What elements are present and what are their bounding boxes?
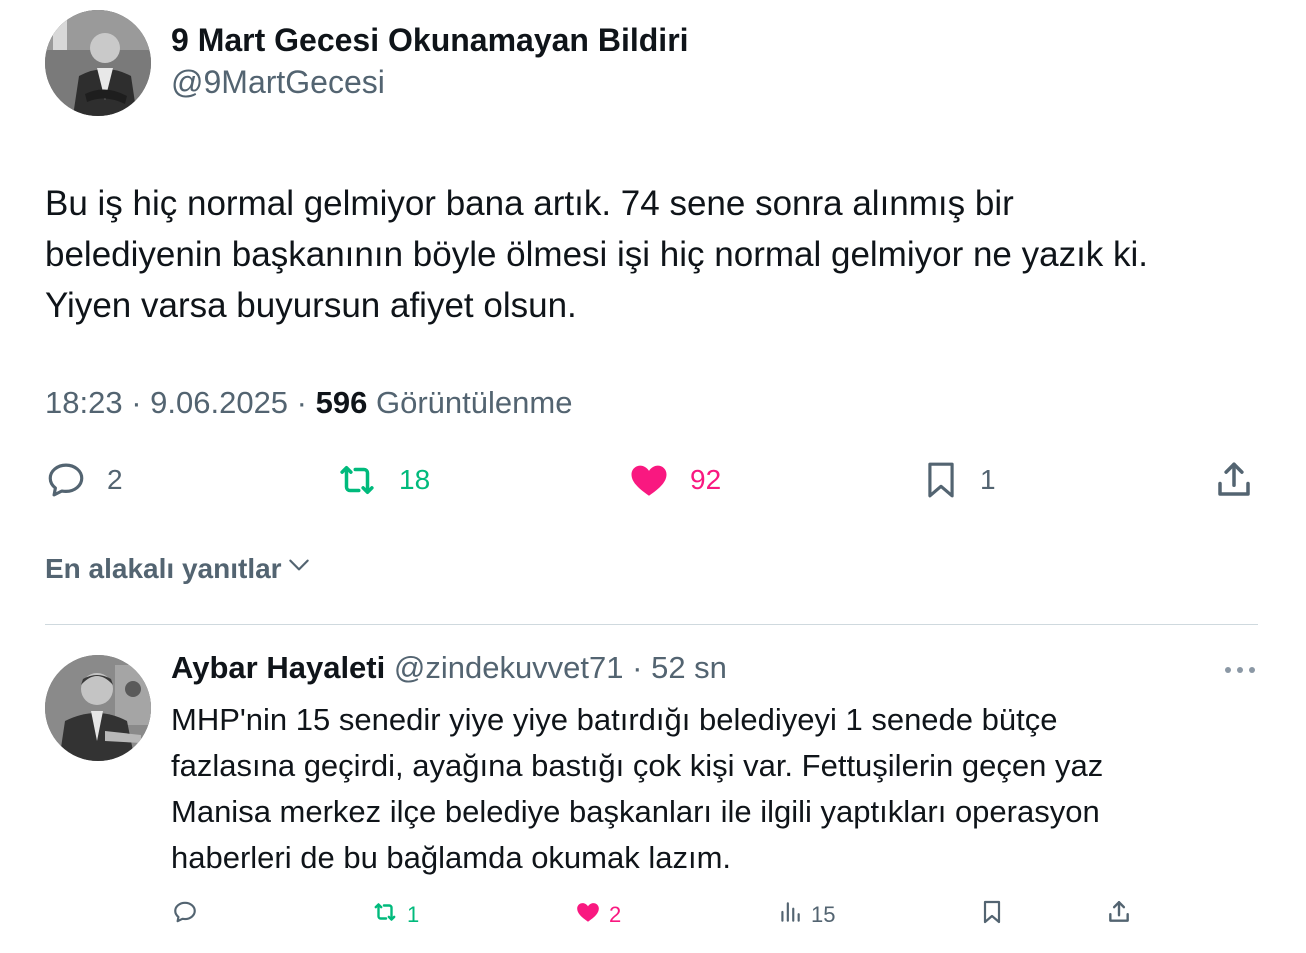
reply-bookmark-button[interactable] xyxy=(980,899,1004,931)
author-avatar-photo xyxy=(45,10,151,116)
tweet-date[interactable]: 9.06.2025 xyxy=(150,385,288,420)
bookmark-count: 1 xyxy=(980,464,996,495)
retweet-icon xyxy=(371,899,399,931)
share-icon xyxy=(1213,459,1255,501)
more-icon xyxy=(1222,667,1258,686)
tweet-text-line: Yiyen varsa buyursun afiyet olsun. xyxy=(45,286,577,325)
chevron-down-icon xyxy=(282,552,312,585)
heart-icon xyxy=(628,459,670,501)
share-button[interactable] xyxy=(1213,459,1255,501)
tweet-text: Bu iş hiç normal gelmiyor bana artık. 74… xyxy=(45,178,1275,331)
reply-text-line: MHP'nin 15 senedir yiye yiye batırdığı b… xyxy=(171,702,1058,737)
bookmark-icon xyxy=(922,459,960,501)
reply-reply-button[interactable] xyxy=(172,899,198,931)
retweet-icon xyxy=(335,459,379,501)
views-icon xyxy=(777,899,803,931)
reply-author-avatar-photo xyxy=(45,655,151,761)
reply-button[interactable]: 2 xyxy=(45,459,123,501)
divider xyxy=(45,624,1258,625)
header-separator: · xyxy=(623,650,652,685)
author-avatar[interactable] xyxy=(45,10,151,116)
author-display-name[interactable]: 9 Mart Gecesi Okunamayan Bildiri xyxy=(171,22,689,59)
reply-sort-selector[interactable]: En alakalı yanıtlar xyxy=(45,552,312,585)
reply-share-button[interactable] xyxy=(1106,899,1132,931)
reply-retweet-button[interactable]: 1 xyxy=(371,899,419,931)
author-handle[interactable]: @9MartGecesi xyxy=(171,64,385,101)
heart-icon xyxy=(575,899,601,931)
reply-time[interactable]: 52 sn xyxy=(651,650,727,685)
reply-author-handle[interactable]: @zindekuvvet71 xyxy=(394,650,624,685)
reply-sort-label: En alakalı yanıtlar xyxy=(45,552,282,584)
reply-like-count: 2 xyxy=(609,902,622,927)
tweet-text-line: belediyenin başkanının böyle ölmesi işi … xyxy=(45,235,1149,274)
tweet-time[interactable]: 18:23 xyxy=(45,385,123,420)
reply-count: 2 xyxy=(107,464,123,495)
tweet-text-line: Bu iş hiç normal gelmiyor bana artık. 74… xyxy=(45,184,1014,223)
reply-header: Aybar Hayaleti @zindekuvvet71 · 52 sn xyxy=(171,650,727,686)
bookmark-button[interactable]: 1 xyxy=(922,459,996,501)
meta-separator: · xyxy=(288,385,316,420)
meta-separator: · xyxy=(122,385,151,420)
views-count: 596 xyxy=(315,385,368,420)
reply-views-button[interactable]: 15 xyxy=(777,899,835,931)
like-count: 92 xyxy=(690,464,722,495)
reply-icon xyxy=(172,899,198,931)
reply-text-line: fazlasına geçirdi, ayağına bastığı çok k… xyxy=(171,748,1104,783)
reply-text: MHP'nin 15 senedir yiye yiye batırdığı b… xyxy=(171,697,1271,881)
reply-views-count: 15 xyxy=(811,902,836,927)
reply-author-name[interactable]: Aybar Hayaleti xyxy=(171,650,385,685)
reply-text-line: Manisa merkez ilçe belediye başkanları i… xyxy=(171,794,1100,829)
reply-like-button[interactable]: 2 xyxy=(575,899,621,931)
reply-retweet-count: 1 xyxy=(407,902,420,927)
reply-icon xyxy=(45,459,87,501)
bookmark-icon xyxy=(980,899,1004,931)
tweet-meta: 18:23 · 9.06.2025 · 596 Görüntülenme xyxy=(45,385,572,421)
retweet-button[interactable]: 18 xyxy=(335,459,430,501)
reply-author-avatar[interactable] xyxy=(45,655,151,761)
retweet-count: 18 xyxy=(399,464,431,495)
more-options-button[interactable] xyxy=(1222,658,1258,682)
share-icon xyxy=(1106,899,1132,931)
like-button[interactable]: 92 xyxy=(628,459,721,501)
views-label: Görüntülenme xyxy=(375,385,573,420)
reply-text-line: haberleri de bu bağlamda okumak lazım. xyxy=(171,840,732,875)
